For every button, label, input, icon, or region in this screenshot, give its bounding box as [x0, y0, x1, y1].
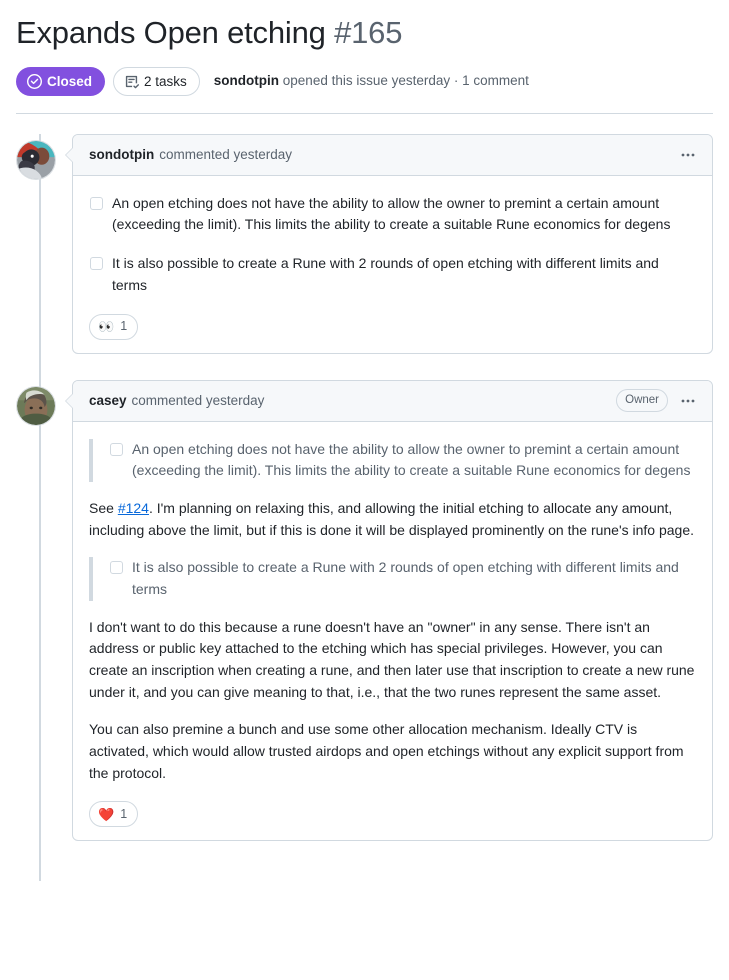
issue-meta-row: Closed 2 tasks sondotpin opened this iss… [16, 66, 713, 113]
avatar[interactable] [16, 139, 56, 180]
reaction-heart[interactable]: ❤️ 1 [89, 801, 139, 828]
task-list-item: An open etching does not have the abilit… [89, 193, 696, 236]
task-label: An open etching does not have the abilit… [112, 194, 671, 233]
status-badge-label: Closed [47, 73, 93, 89]
reaction-eyes[interactable]: 👀 1 [89, 313, 139, 340]
quoted-block-1: An open etching does not have the abilit… [89, 438, 696, 482]
task-checkbox[interactable] [110, 442, 123, 456]
comment-action-text: commented yesterday [159, 147, 293, 163]
task-list-item: An open etching does not have the abilit… [109, 439, 696, 482]
task-checkbox[interactable] [110, 561, 123, 575]
issue-meta-suffix: opened this issue yesterday · 1 comment [279, 72, 529, 88]
reactions-row: ❤️ 1 [73, 792, 712, 840]
author-association-badge: Owner [616, 389, 668, 412]
issue-reference-link[interactable]: #124 [118, 500, 149, 516]
task-label: An open etching does not have the abilit… [132, 440, 691, 479]
task-label: It is also possible to create a Rune wit… [132, 559, 679, 597]
tasks-progress-pill[interactable]: 2 tasks [113, 66, 200, 96]
issue-header: Expands Open etching #165 Closed 2 tasks… [16, 0, 713, 114]
comment-author-link[interactable]: casey [89, 393, 127, 408]
issue-title-text: Expands Open etching [16, 15, 326, 50]
comment-body: An open etching does not have the abilit… [73, 176, 712, 305]
para1-suffix: . I'm planning on relaxing this, and all… [89, 499, 695, 538]
para1-prefix: See [89, 499, 118, 516]
eyes-emoji-icon: 👀 [98, 319, 115, 334]
comment-box: sondotpin commented yesterday An open et… [65, 133, 713, 354]
issue-author-link[interactable]: sondotpin [214, 73, 279, 88]
reactions-row: 👀 1 [73, 305, 712, 353]
reaction-count: 1 [120, 319, 128, 334]
timeline-item-comment-2: casey commented yesterday Owner An open … [16, 379, 713, 842]
tasklist-icon [124, 74, 140, 89]
comment-header: casey commented yesterday Owner [73, 380, 712, 422]
comment-header: sondotpin commented yesterday [73, 134, 712, 176]
task-checkbox[interactable] [90, 257, 103, 271]
kebab-menu-icon[interactable] [676, 143, 700, 167]
task-list-item: It is also possible to create a Rune wit… [89, 253, 696, 296]
issue-meta-text: sondotpin opened this issue yesterday · … [214, 72, 529, 91]
quoted-block-2: It is also possible to create a Rune wit… [89, 557, 696, 601]
issue-timeline: sondotpin commented yesterday An open et… [16, 133, 713, 882]
issue-number: #165 [334, 15, 403, 50]
timeline-connector-line [39, 133, 41, 882]
check-circle-icon [27, 73, 42, 89]
comment-paragraph-1: See #124. I'm planning on relaxing this,… [89, 498, 696, 541]
kebab-menu-icon[interactable] [676, 389, 700, 413]
avatar[interactable] [16, 385, 56, 426]
task-checkbox[interactable] [90, 196, 103, 210]
reaction-count: 1 [120, 807, 128, 822]
comment-paragraph-2: I don't want to do this because a rune d… [89, 618, 695, 700]
comment-paragraph-3: You can also premine a bunch and use som… [89, 721, 684, 781]
task-list-item: It is also possible to create a Rune wit… [109, 557, 696, 600]
comment-body: An open etching does not have the abilit… [73, 422, 712, 793]
comment-box: casey commented yesterday Owner An open … [65, 379, 713, 842]
task-label: It is also possible to create a Rune wit… [112, 255, 659, 293]
heart-emoji-icon: ❤️ [98, 806, 115, 822]
page-title: Expands Open etching #165 [16, 14, 713, 53]
comment-author-link[interactable]: sondotpin [89, 147, 154, 162]
comment-action-text: commented yesterday [131, 393, 265, 408]
status-badge-closed[interactable]: Closed [16, 66, 106, 96]
issue-page: Expands Open etching #165 Closed 2 tasks… [0, 0, 729, 980]
header-divider [16, 112, 713, 114]
tasks-progress-label: 2 tasks [144, 73, 187, 89]
timeline-item-comment-1: sondotpin commented yesterday An open et… [16, 133, 713, 354]
